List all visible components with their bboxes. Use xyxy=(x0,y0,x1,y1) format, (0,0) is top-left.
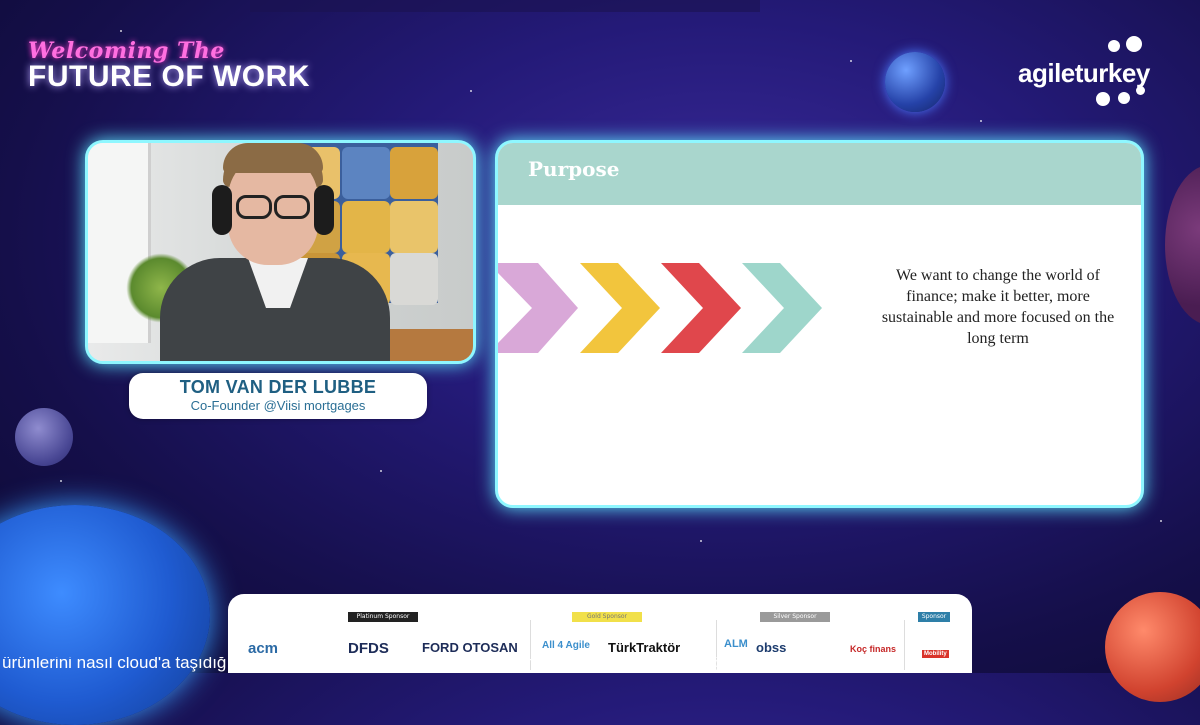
chevron-3 xyxy=(661,263,741,353)
sponsor-logo-koc-finans: Koç finans xyxy=(850,644,897,654)
sponsor-logo-all4agile: All 4 Agile xyxy=(542,640,590,651)
speaker-video xyxy=(85,140,476,364)
speaker-glasses xyxy=(236,195,310,219)
logo-dot xyxy=(1126,36,1142,52)
speaker-role: Co-Founder @Viisi mortgages xyxy=(190,398,366,413)
chevron-4 xyxy=(742,263,822,353)
logo-text: agileturkey xyxy=(1018,58,1150,88)
planet-small-left xyxy=(15,408,73,466)
logo-dot xyxy=(1136,86,1145,95)
sponsor-logo-alm: ALM xyxy=(724,638,748,650)
event-main-title: FUTURE OF WORK xyxy=(28,60,310,93)
star xyxy=(700,540,702,542)
sponsor-logo-ford-otosan: FORD OTOSAN xyxy=(422,640,518,655)
tier-platinum: Platinum Sponsor xyxy=(348,612,418,622)
ticker-text: ürünlerini nasıl cloud'a taşıdığımızı tü… xyxy=(2,657,902,672)
speaker-nameplate: TOM VAN DER LUBBE Co-Founder @Viisi mort… xyxy=(129,373,427,419)
logo-dot xyxy=(1096,92,1110,106)
headphone-left xyxy=(212,185,232,235)
sponsor-logo-acm: acm xyxy=(248,640,279,657)
slide-title: Purpose xyxy=(528,157,620,181)
planet-right-purple xyxy=(1165,165,1200,325)
star xyxy=(120,30,122,32)
planet-bottom-left xyxy=(0,505,210,725)
chevron-2 xyxy=(580,263,660,353)
slide-body-text: We want to change the world of finance; … xyxy=(881,267,1115,347)
tier-sponsor: Sponsor xyxy=(918,612,950,622)
star xyxy=(470,90,472,92)
headphone-right xyxy=(314,185,334,235)
tier-gold: Gold Sponsor xyxy=(572,612,642,622)
speaker-hair-top xyxy=(223,143,323,173)
star xyxy=(850,60,852,62)
tier-silver: Silver Sponsor xyxy=(760,612,830,622)
chevron-1 xyxy=(498,263,578,353)
event-branding: Welcoming The FUTURE OF WORK xyxy=(28,38,310,94)
agileturkey-logo: agileturkey xyxy=(1008,36,1188,110)
planet-blue xyxy=(885,52,945,112)
logo-dot xyxy=(1108,40,1120,52)
star xyxy=(1160,520,1162,522)
star xyxy=(980,120,982,122)
top-bar xyxy=(250,0,760,12)
planet-bottom-right-red xyxy=(1105,592,1200,702)
news-ticker: ürünlerini nasıl cloud'a taşıdığımızı tü… xyxy=(0,657,1200,673)
logo-dot xyxy=(1118,92,1130,104)
chevron-graphic xyxy=(498,263,822,353)
speaker-name: TOM VAN DER LUBBE xyxy=(179,377,377,397)
sponsor-logo-turktraktor: TürkTraktör xyxy=(608,640,681,655)
star xyxy=(60,480,62,482)
sponsor-logo-dfds: DFDS xyxy=(348,640,389,657)
video-sofa xyxy=(388,329,473,361)
presentation-slide: Purpose We want to change the world of f… xyxy=(495,140,1144,508)
star xyxy=(380,470,382,472)
sponsor-logo-obss: obss xyxy=(756,640,787,655)
